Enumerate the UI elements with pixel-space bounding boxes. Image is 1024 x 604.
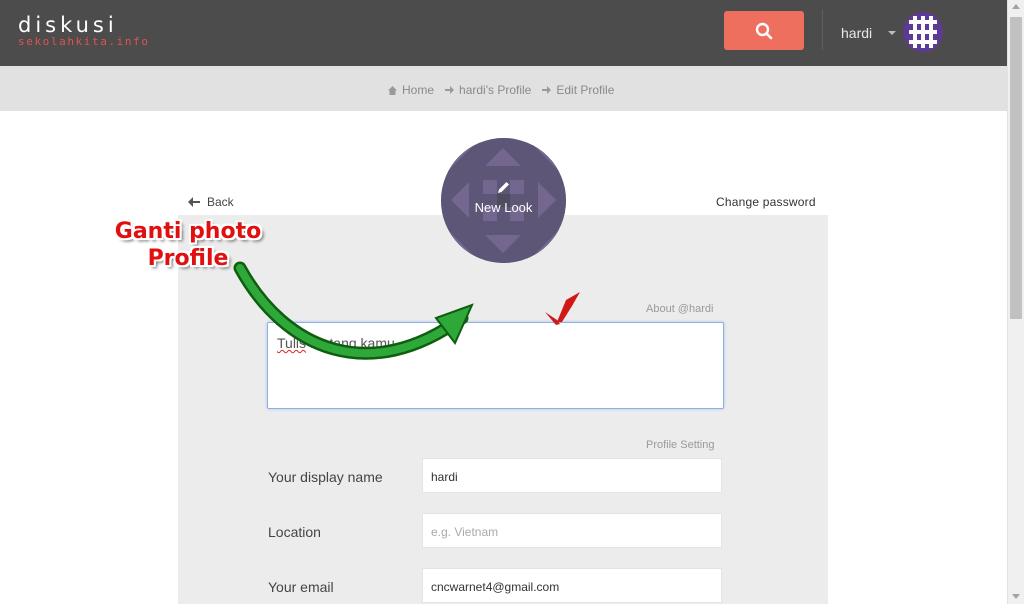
search-icon xyxy=(755,22,773,40)
scroll-down-icon[interactable] xyxy=(1012,594,1020,599)
user-menu-name[interactable]: hardi xyxy=(841,25,872,41)
identicon-avatar-small xyxy=(903,12,943,52)
breadcrumb-label: Edit Profile xyxy=(556,83,615,97)
location-input[interactable]: e.g. Vietnam xyxy=(422,513,722,548)
email-label: Your email xyxy=(268,579,334,595)
vertical-scrollbar[interactable] xyxy=(1007,0,1024,604)
display-name-input[interactable]: hardi xyxy=(422,458,722,493)
breadcrumb-label: hardi's Profile xyxy=(459,83,532,97)
breadcrumb: Home hardi's Profile Edit Profile xyxy=(388,83,614,97)
pencil-icon xyxy=(498,182,509,193)
site-logo[interactable]: diskusi sekolahkita.info xyxy=(18,14,150,48)
about-text: tentang kamu xyxy=(306,335,395,351)
home-icon xyxy=(388,85,397,95)
email-input[interactable]: cncwarnet4@gmail.com xyxy=(422,568,722,603)
new-look-label: New Look xyxy=(474,200,533,215)
about-label: About @hardi xyxy=(646,303,714,315)
breadcrumb-profile[interactable]: hardi's Profile xyxy=(445,83,531,97)
display-name-label: Your display name xyxy=(268,469,383,485)
header-divider xyxy=(822,10,823,50)
change-password-link[interactable]: Change password xyxy=(716,195,816,209)
scroll-up-icon[interactable] xyxy=(1012,4,1020,9)
user-avatar[interactable] xyxy=(903,12,943,52)
breadcrumb-bar: Home hardi's Profile Edit Profile xyxy=(0,66,1007,111)
about-textarea[interactable]: Tulis tentang kamu xyxy=(267,322,724,409)
breadcrumb-label: Home xyxy=(402,83,435,97)
logo-main-text: diskusi xyxy=(18,13,118,37)
chevron-down-icon[interactable] xyxy=(888,31,896,35)
profile-photo-button[interactable]: New Look xyxy=(441,138,566,263)
arrow-left-icon xyxy=(188,197,200,207)
annotation-line1: Ganti photo xyxy=(114,219,262,244)
annotation-line2: Profile xyxy=(147,246,229,271)
annotation-label: Ganti photo Profile xyxy=(103,218,273,272)
logo-sub-text: sekolahkita.info xyxy=(18,35,150,48)
search-button[interactable] xyxy=(724,11,804,50)
profile-setting-label: Profile Setting xyxy=(646,439,715,451)
about-spell-word: Tulis xyxy=(277,335,307,351)
breadcrumb-edit-profile[interactable]: Edit Profile xyxy=(542,83,614,97)
back-link[interactable]: Back xyxy=(188,195,234,209)
scrollbar-thumb[interactable] xyxy=(1010,17,1022,319)
top-navbar: diskusi sekolahkita.info hardi xyxy=(0,0,1007,66)
back-label: Back xyxy=(207,195,234,209)
arrow-right-icon xyxy=(542,86,552,94)
page: diskusi sekolahkita.info hardi Home hard… xyxy=(0,0,1024,604)
location-label: Location xyxy=(268,524,321,540)
arrow-right-icon xyxy=(445,86,455,94)
breadcrumb-home[interactable]: Home xyxy=(388,83,434,97)
